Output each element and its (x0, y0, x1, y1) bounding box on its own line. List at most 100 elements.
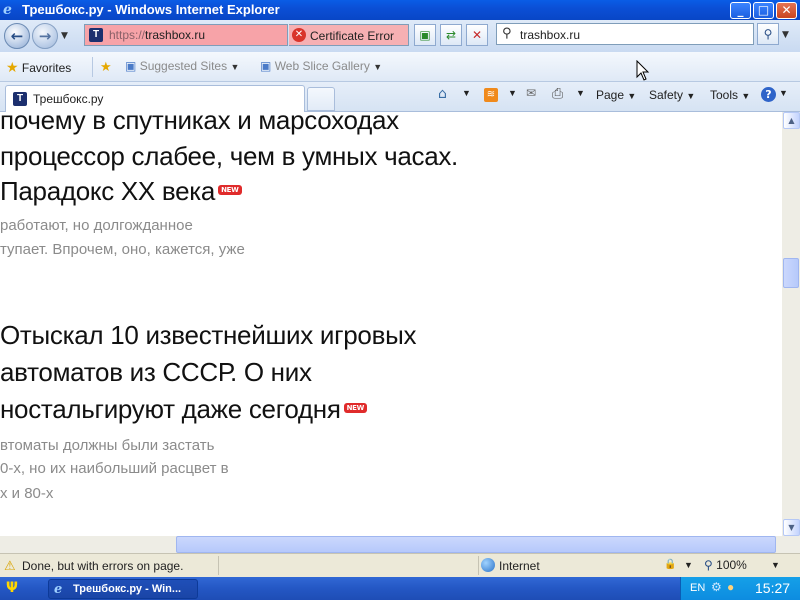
article-title-line[interactable]: Парадокс XX века NEW (0, 173, 242, 210)
warning-icon[interactable]: ⚠ (4, 558, 18, 573)
scroll-up-button[interactable]: ▲ (783, 112, 800, 129)
article-title-text[interactable]: ностальгируют даже сегодня (0, 394, 341, 424)
input-language-indicator[interactable]: EN (690, 582, 705, 594)
article-lead-line: работают, но долгожданное (0, 217, 193, 234)
article-lead-line: х и 80-х (0, 485, 54, 502)
forward-button[interactable]: → (32, 23, 58, 49)
new-tab-button[interactable] (307, 87, 335, 111)
certificate-error-label: Certificate Error (310, 29, 395, 43)
help-dropdown[interactable]: ▼ (779, 88, 788, 98)
safety-menu[interactable]: Safety ▼ (649, 88, 695, 102)
print-dropdown[interactable]: ▼ (576, 88, 585, 98)
taskbar-window-button[interactable]: e Трешбокс.ру - Win... (48, 579, 198, 599)
suggested-sites-link[interactable]: ▣ Suggested Sites ▼ (125, 59, 239, 73)
rss-feeds-icon[interactable]: ≋ (484, 88, 498, 102)
article-lead-line: втоматы должны были застать (0, 437, 215, 454)
vertical-scroll-thumb[interactable] (783, 258, 799, 288)
safety-menu-label: Safety (649, 88, 684, 102)
close-window-button[interactable]: ✕ (776, 2, 797, 19)
back-button[interactable]: ← (4, 23, 30, 49)
help-icon[interactable]: ? (761, 87, 776, 102)
article-title-line[interactable]: ностальгируют даже сегодня NEW (0, 391, 368, 428)
ie-logo-icon: e (3, 2, 12, 18)
favorites-label: Favorites (21, 61, 72, 75)
mouse-cursor-icon (636, 60, 650, 81)
start-trident-icon[interactable]: Ψ (6, 580, 18, 596)
horizontal-scrollbar[interactable] (0, 536, 782, 553)
add-to-favorites-bar-button[interactable]: ★ (100, 59, 112, 75)
protected-mode-icon[interactable]: 🔒 (664, 559, 676, 570)
article-lead-line: тупает. Впрочем, оно, кажется, уже (0, 241, 245, 258)
certificate-error-button[interactable]: ✕ Certificate Error (289, 24, 409, 46)
suggested-sites-icon: ▣ (125, 59, 137, 73)
home-dropdown[interactable]: ▼ (462, 88, 471, 98)
favorites-divider (92, 57, 93, 77)
scroll-down-button[interactable]: ▼ (783, 519, 800, 536)
tab-trashbox[interactable]: T Трешбокс.ру (5, 85, 305, 112)
search-provider-icon: ⚲ (502, 26, 512, 41)
tab-label: Трешбокс.ру (33, 92, 104, 106)
search-value[interactable]: trashbox.ru (520, 28, 580, 42)
chevron-down-icon: ▼ (373, 62, 383, 72)
title-bar: e Трешбокс.ру - Windows Internet Explore… (0, 0, 800, 20)
search-options-dropdown[interactable]: ▼ (782, 30, 789, 40)
chevron-down-icon: ▼ (627, 91, 637, 101)
page-menu[interactable]: Page ▼ (596, 88, 636, 102)
refresh-button[interactable]: ⇄ (440, 24, 462, 46)
compatibility-view-button[interactable]: ▣ (414, 24, 436, 46)
status-divider (218, 556, 219, 575)
tools-menu[interactable]: Tools ▼ (710, 88, 750, 102)
tray-app-icon[interactable]: ● (727, 580, 734, 594)
zoom-dropdown[interactable]: ▼ (771, 560, 780, 570)
article-title-line[interactable]: процессор слабее, чем в умных часах. (0, 138, 458, 175)
zoom-icon: ⚲ (704, 558, 713, 572)
recent-pages-dropdown[interactable]: ▼ (61, 31, 68, 41)
print-icon[interactable]: ⎙ (552, 86, 563, 102)
article-title-line[interactable]: Отыскал 10 известнейших игровых (0, 317, 416, 354)
status-message[interactable]: Done, but with errors on page. (22, 559, 183, 573)
vertical-scrollbar[interactable]: ▲ ▼ (782, 112, 800, 536)
clock[interactable]: 15:27 (755, 580, 790, 596)
search-button[interactable]: ⚲ (757, 23, 779, 45)
article-title-text[interactable]: Парадокс XX века (0, 176, 215, 206)
system-tray: EN ⚙ ● 15:27 (680, 577, 800, 600)
article-title-line[interactable]: автоматов из СССР. О них (0, 354, 312, 391)
search-icon: ⚲ (763, 27, 773, 41)
window-title: Трешбокс.ру - Windows Internet Explorer (22, 2, 280, 17)
security-zone-label[interactable]: Internet (499, 559, 540, 573)
compatibility-view-icon: ▣ (419, 28, 431, 42)
web-slice-gallery-link[interactable]: ▣ Web Slice Gallery ▼ (260, 59, 382, 73)
internet-zone-icon (481, 558, 495, 572)
feeds-dropdown[interactable]: ▼ (508, 88, 517, 98)
refresh-icon: ⇄ (445, 28, 457, 42)
article-title-line[interactable]: почему в спутниках и марсоходах (0, 112, 399, 139)
home-icon[interactable]: ⌂ (438, 86, 447, 102)
add-favorites-icon: ★ (100, 59, 112, 74)
horizontal-scroll-thumb[interactable] (176, 536, 776, 553)
favorites-button[interactable]: ★ Favorites (6, 59, 71, 76)
chevron-down-icon: ▼ (686, 91, 696, 101)
back-arrow-icon: ← (10, 27, 24, 45)
web-slice-gallery-label: Web Slice Gallery (274, 59, 370, 73)
ie-taskbar-icon: e (54, 582, 63, 597)
page-menu-label: Page (596, 88, 625, 102)
address-url[interactable]: https://trashbox.ru (109, 28, 205, 42)
tools-menu-label: Tools (710, 88, 739, 102)
forward-arrow-icon: → (38, 27, 52, 45)
minimize-button[interactable]: _ (730, 2, 751, 19)
network-icon[interactable]: ⚙ (711, 580, 722, 594)
stop-button[interactable]: ✕ (466, 24, 488, 46)
address-toolbar: ← → ▼ T https://trashbox.ru ✕ Certificat… (0, 20, 800, 52)
site-favicon-icon: T (89, 28, 103, 42)
zoom-control[interactable]: ⚲ 100% (704, 558, 747, 572)
tab-bar: T Трешбокс.ру ⌂ ▼ ≋ ▼ ✉ ⎙ ▼ Page ▼ Safet… (0, 82, 800, 112)
web-slice-icon: ▣ (260, 59, 272, 73)
read-mail-icon[interactable]: ✉ (526, 86, 536, 100)
new-badge: NEW (343, 403, 368, 414)
search-input[interactable]: ⚲ trashbox.ru (496, 23, 754, 45)
maximize-button[interactable]: □ (753, 2, 774, 19)
protected-mode-dropdown[interactable]: ▼ (684, 560, 693, 570)
address-bar[interactable]: T https://trashbox.ru (84, 24, 288, 46)
status-bar: ⚠ Done, but with errors on page. Interne… (0, 553, 800, 577)
certificate-error-icon: ✕ (292, 28, 306, 42)
